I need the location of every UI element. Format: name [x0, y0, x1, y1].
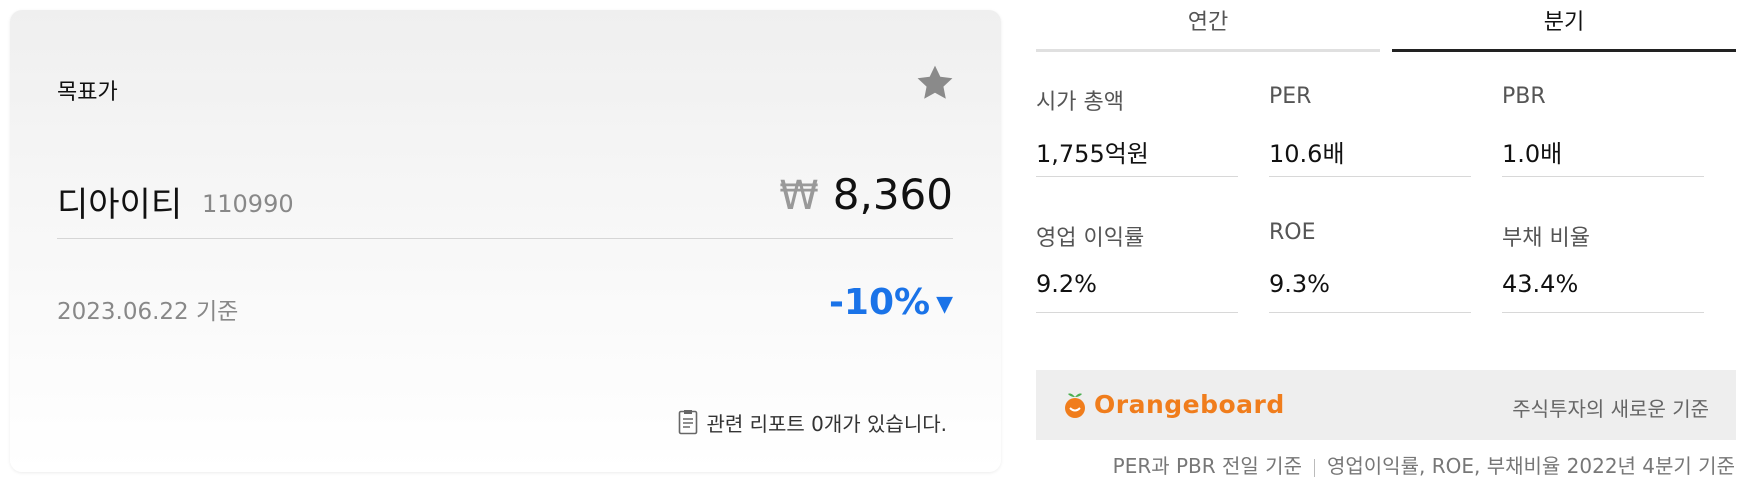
brand-name: Orangeboard	[1094, 390, 1285, 419]
target-price-value: 8,360	[832, 170, 953, 219]
metric-value: 1.0배	[1502, 140, 1563, 168]
related-reports-text: 관련 리포트 0개가 있습니다.	[706, 412, 947, 436]
metric-label: 시가 총액	[1036, 90, 1124, 115]
metric-value: 10.6배	[1269, 140, 1345, 168]
metric-value: 1,755억원	[1036, 140, 1149, 168]
metric-label: 영업 이익률	[1036, 226, 1145, 251]
tab-annual[interactable]: 연간	[1036, 0, 1380, 52]
divider	[57, 238, 953, 239]
metric-market-cap: 시가 총액 1,755억원	[1036, 84, 1238, 177]
footnote-right: 영업이익률, ROE, 부채비율 2022년 4분기 기준	[1326, 454, 1735, 478]
orangeboard-logo[interactable]: Orangeboard	[1062, 390, 1285, 419]
orangeboard-banner[interactable]: Orangeboard 주식투자의 새로운 기준	[1036, 370, 1736, 440]
related-reports-link[interactable]: 관련 리포트 0개가 있습니다.	[678, 408, 947, 437]
metric-value: 43.4%	[1502, 270, 1579, 298]
down-triangle-icon: ▼	[936, 291, 953, 317]
metric-value: 9.3%	[1269, 270, 1330, 298]
metric-roe: ROE 9.3%	[1269, 220, 1471, 313]
orange-icon	[1065, 392, 1085, 418]
metric-label: PBR	[1502, 84, 1546, 109]
price-change: -10% ▼	[829, 282, 953, 323]
star-icon[interactable]	[913, 61, 957, 105]
metric-label: PER	[1269, 84, 1312, 109]
metric-value: 9.2%	[1036, 270, 1097, 298]
company-name: 디아이티	[57, 185, 183, 225]
document-icon	[679, 410, 698, 435]
metric-label: 부채 비율	[1502, 226, 1590, 251]
footnote-separator	[1313, 458, 1315, 477]
metric-per: PER 10.6배	[1269, 84, 1471, 177]
metric-debt-ratio: 부채 비율 43.4%	[1502, 220, 1704, 313]
banner-tagline: 주식투자의 새로운 기준	[1512, 397, 1709, 421]
target-price: ₩8,360	[779, 170, 953, 219]
metric-label: ROE	[1269, 220, 1316, 245]
price-change-value: -10%	[828, 282, 931, 323]
metric-operating-margin: 영업 이익률 9.2%	[1036, 220, 1238, 313]
metric-pbr: PBR 1.0배	[1502, 84, 1704, 177]
stock-code: 110990	[202, 190, 294, 218]
card-title: 목표가	[57, 80, 118, 105]
basis-date: 2023.06.22 기준	[57, 299, 239, 325]
tab-quarter[interactable]: 분기	[1392, 0, 1736, 52]
target-price-card: 목표가 디아이티 110990 ₩8,360 2023.06.22 기준 -10…	[10, 10, 1001, 472]
footnote: PER과 PBR 전일 기준 영업이익률, ROE, 부채비율 2022년 4분기…	[1113, 450, 1735, 479]
footnote-left: PER과 PBR 전일 기준	[1112, 454, 1302, 478]
won-icon: ₩	[779, 173, 819, 219]
